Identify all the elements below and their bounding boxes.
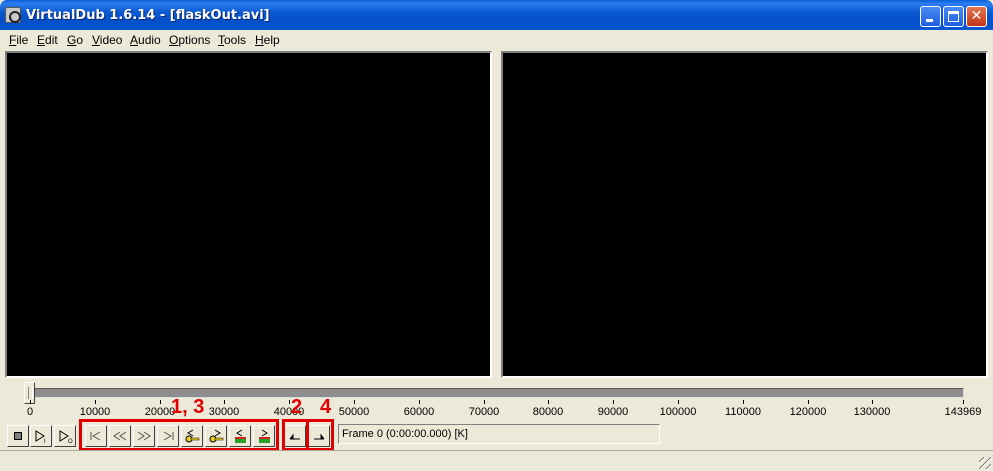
close-icon: ✕ [970,8,983,24]
play-input-button[interactable]: I [30,425,52,447]
stop-button[interactable] [7,425,29,447]
menu-file[interactable]: File [9,33,28,47]
timeline-tick [95,400,96,404]
timeline-tick [30,400,31,404]
timeline-tick-label: 130000 [853,406,891,418]
timeline-tick-label: 50000 [338,406,370,418]
maximize-icon [948,11,959,22]
resize-grip-icon[interactable] [979,457,991,469]
timeline-tick [224,400,225,404]
timeline-tick [419,400,420,404]
timeline-tick [354,400,355,404]
timeline-tick [160,400,161,404]
annotation-label-2: 2 [291,396,303,418]
svg-text:I: I [44,439,46,444]
annotation-box-1-3 [79,419,279,451]
frame-position-readout: Frame 0 (0:00:00.000) [K] [338,424,660,444]
title-bar: VirtualDub 1.6.14 - [flaskOut.avi] ✕ [0,0,993,30]
menu-options[interactable]: Options [169,33,210,47]
timeline-tick [484,400,485,404]
virtualdub-gear-icon[interactable] [5,7,21,23]
timeline-tick-label: 120000 [789,406,827,418]
menu-audio[interactable]: Audio [130,33,161,47]
stop-icon [14,432,22,440]
play-output-button[interactable]: O [54,425,76,447]
timeline-tick-label: 110000 [725,406,761,418]
timeline-tick [963,400,964,404]
timeline-tick-label: 90000 [597,406,629,418]
timeline-tick [872,400,873,404]
timeline-tick-label: 80000 [532,406,564,418]
annotation-label-4: 4 [320,396,332,418]
timeline-tick-label: 60000 [403,406,435,418]
timeline-tick [613,400,614,404]
svg-text:O: O [68,439,73,444]
timeline-tick [808,400,809,404]
timeline-tick-label: 30000 [208,406,240,418]
timeline-tick-label: 0 [26,406,34,418]
minimize-icon [926,19,933,22]
menu-edit[interactable]: Edit [37,33,58,47]
close-button[interactable]: ✕ [966,6,987,27]
timeline-tick-label: 70000 [468,406,500,418]
timeline-tick-label: 100000 [659,406,697,418]
annotation-label-1-3: 1, 3 [171,396,205,418]
timeline-tick [548,400,549,404]
timeline-track[interactable] [28,388,964,398]
menu-tools[interactable]: Tools [218,33,246,47]
output-video-pane[interactable] [501,51,988,378]
play-output-icon: O [59,430,73,444]
timeline-tick [743,400,744,404]
menu-bar: File Edit Go Video Audio Options Tools H… [4,30,989,49]
status-bar [0,450,993,471]
input-video-pane[interactable] [5,51,492,378]
menu-help[interactable]: Help [255,33,280,47]
annotation-box-4 [306,419,334,451]
window-title: VirtualDub 1.6.14 - [flaskOut.avi] [26,8,270,23]
annotation-box-2 [282,419,309,451]
timeline-tick-label: 10000 [79,406,111,418]
timeline-tick-label: 143969 [944,406,982,418]
timeline-tick [289,400,290,404]
menu-go[interactable]: Go [67,33,83,47]
maximize-button[interactable] [943,6,964,27]
minimize-button[interactable] [920,6,941,27]
menu-video[interactable]: Video [92,33,122,47]
timeline-tick [678,400,679,404]
play-input-icon: I [35,430,46,444]
